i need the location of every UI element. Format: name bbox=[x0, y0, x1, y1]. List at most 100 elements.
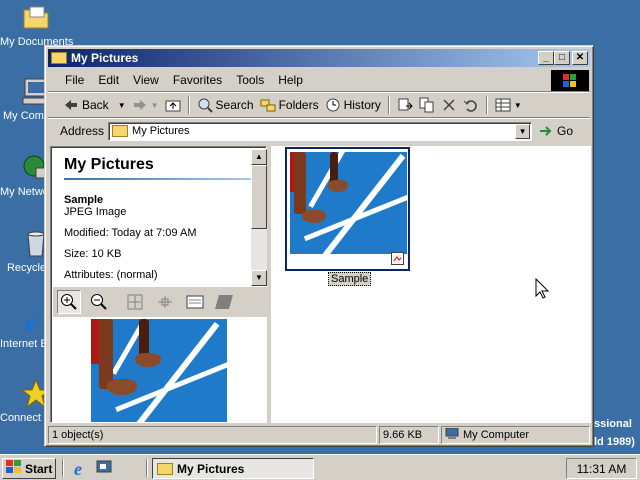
toolbar-separator bbox=[187, 96, 190, 114]
explorer-window: My Pictures _ □ ✕ File Edit View Favorit… bbox=[44, 45, 594, 447]
delete-x-icon bbox=[441, 97, 457, 113]
folders-button[interactable]: Folders bbox=[257, 95, 322, 115]
taskbar-button-my-pictures[interactable]: My Pictures bbox=[152, 458, 314, 479]
zone-label: My Computer bbox=[463, 429, 530, 441]
zoom-in-button[interactable] bbox=[57, 290, 81, 314]
menu-favorites[interactable]: Favorites bbox=[166, 73, 229, 87]
up-button[interactable] bbox=[162, 95, 184, 115]
undo-button[interactable] bbox=[460, 95, 482, 115]
undo-icon bbox=[463, 97, 479, 113]
back-dropdown-icon[interactable]: ▼ bbox=[118, 101, 126, 110]
folders-label: Folders bbox=[278, 98, 319, 112]
thumbnail-photo bbox=[290, 152, 407, 254]
folder-icon bbox=[112, 125, 129, 137]
menu-help[interactable]: Help bbox=[271, 73, 310, 87]
forward-dropdown-icon[interactable]: ▼ bbox=[151, 101, 159, 110]
views-button[interactable]: ▼ bbox=[492, 95, 525, 115]
folder-icon bbox=[157, 462, 173, 475]
menu-bar: File Edit View Favorites Tools Help bbox=[48, 69, 590, 91]
status-zone: My Computer bbox=[441, 426, 590, 444]
file-thumbnail[interactable] bbox=[285, 147, 410, 271]
file-name: Sample bbox=[64, 194, 104, 206]
menu-view[interactable]: View bbox=[126, 73, 166, 87]
annotation-icon bbox=[215, 295, 233, 309]
system-tray-clock[interactable]: 11:31 AM bbox=[566, 458, 637, 479]
zoom-out-icon bbox=[91, 294, 107, 310]
ie-icon: e bbox=[74, 459, 82, 479]
svg-text:e: e bbox=[25, 307, 37, 336]
zoom-out-button[interactable] bbox=[87, 290, 111, 314]
desktop-watermark-line1: ssional bbox=[594, 418, 632, 430]
heading-rule bbox=[64, 178, 251, 180]
delete-button[interactable] bbox=[438, 95, 460, 115]
start-label: Start bbox=[25, 461, 53, 476]
taskbar-separator bbox=[146, 459, 148, 477]
history-label: History bbox=[343, 98, 381, 112]
annotation-button[interactable] bbox=[213, 290, 237, 314]
folder-up-icon bbox=[165, 97, 181, 113]
search-button[interactable]: Search bbox=[194, 95, 257, 115]
close-button[interactable]: ✕ bbox=[572, 51, 588, 65]
address-dropdown-icon[interactable]: ▼ bbox=[515, 123, 531, 139]
details-scrollbar[interactable]: ▲ ▼ bbox=[251, 149, 267, 286]
windows-logo bbox=[551, 70, 589, 91]
title-bar[interactable]: My Pictures _ □ ✕ bbox=[48, 49, 590, 67]
my-computer-icon bbox=[445, 427, 459, 443]
actual-size-button[interactable] bbox=[153, 290, 177, 314]
folder-icon bbox=[51, 52, 67, 64]
desktop-watermark-line2: ld 1989) bbox=[594, 436, 635, 448]
back-button[interactable]: Back ▼ bbox=[60, 95, 129, 115]
minimize-button[interactable]: _ bbox=[538, 51, 554, 65]
toolbar-separator bbox=[387, 96, 390, 114]
go-button[interactable]: Go bbox=[538, 123, 573, 139]
views-icon bbox=[495, 97, 511, 113]
forward-button[interactable]: ▼ bbox=[129, 95, 162, 115]
file-label[interactable]: Sample bbox=[328, 272, 372, 286]
toolbar-separator bbox=[485, 96, 488, 114]
scroll-up-button[interactable]: ▲ bbox=[251, 149, 267, 165]
preview-button[interactable] bbox=[183, 290, 207, 314]
quick-launch-desktop[interactable] bbox=[96, 460, 114, 479]
details-pane: My Pictures Sample JPEG Image Modified: … bbox=[50, 146, 267, 423]
menu-tools[interactable]: Tools bbox=[229, 73, 271, 87]
preview-photo bbox=[91, 319, 227, 422]
back-arrow-icon bbox=[63, 97, 79, 113]
move-to-button[interactable] bbox=[394, 95, 416, 115]
desktop-icon-my-documents[interactable]: My Documents bbox=[0, 2, 73, 49]
address-label: Address bbox=[60, 124, 105, 138]
history-button[interactable]: History bbox=[322, 95, 384, 115]
search-icon bbox=[197, 97, 213, 113]
back-label: Back bbox=[82, 98, 109, 112]
file-modified: Modified: Today at 7:09 AM bbox=[64, 227, 197, 239]
file-info: My Pictures Sample JPEG Image Modified: … bbox=[53, 149, 251, 287]
status-objects: 1 object(s) bbox=[48, 426, 377, 444]
image-preview bbox=[53, 319, 267, 422]
copy-to-icon bbox=[419, 97, 435, 113]
maximize-button[interactable]: □ bbox=[554, 51, 570, 65]
address-bar: Address My Pictures ▼ Go bbox=[48, 119, 590, 143]
windows-flag-icon bbox=[563, 74, 577, 87]
file-size: Size: 10 KB bbox=[64, 248, 122, 260]
folder-documents-icon bbox=[20, 2, 52, 34]
move-to-icon bbox=[397, 97, 413, 113]
address-value: My Pictures bbox=[132, 125, 190, 137]
menu-file[interactable]: File bbox=[58, 73, 91, 87]
views-dropdown-icon: ▼ bbox=[513, 100, 522, 110]
image-toolbar bbox=[53, 287, 267, 317]
folders-icon bbox=[260, 97, 276, 113]
best-fit-button[interactable] bbox=[123, 290, 147, 314]
start-button[interactable]: Start bbox=[2, 458, 56, 479]
history-icon bbox=[325, 97, 341, 113]
pane-heading: My Pictures bbox=[64, 156, 154, 173]
scroll-down-button[interactable]: ▼ bbox=[251, 270, 267, 286]
copy-to-button[interactable] bbox=[416, 95, 438, 115]
scroll-thumb[interactable] bbox=[251, 165, 267, 229]
forward-arrow-icon bbox=[132, 97, 148, 113]
preview-icon bbox=[186, 295, 204, 309]
quick-launch-ie[interactable]: e bbox=[72, 459, 90, 480]
address-input[interactable]: My Pictures ▼ bbox=[108, 121, 533, 141]
menu-edit[interactable]: Edit bbox=[91, 73, 126, 87]
zoom-in-icon bbox=[61, 294, 77, 310]
status-bar: 1 object(s) 9.66 KB My Computer bbox=[48, 426, 590, 445]
go-label: Go bbox=[557, 124, 574, 138]
